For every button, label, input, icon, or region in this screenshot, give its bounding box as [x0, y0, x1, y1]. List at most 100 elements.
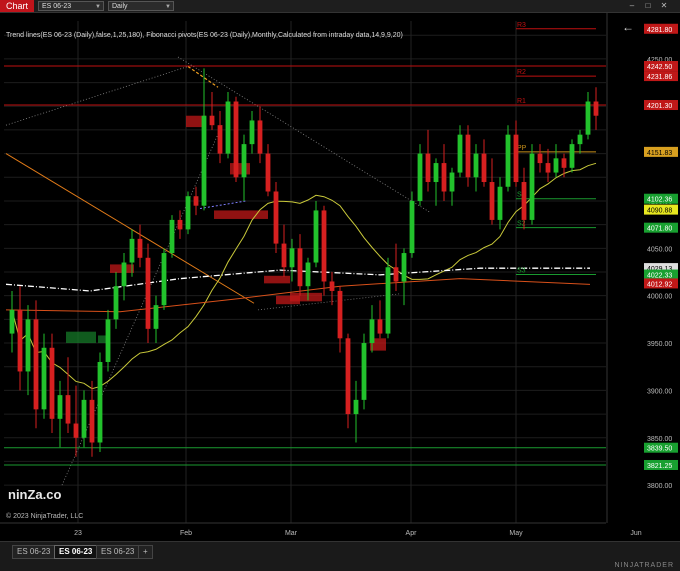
candle-body	[81, 399, 87, 438]
candle-body	[225, 101, 231, 154]
candle-body	[73, 423, 79, 438]
pivot-label: PP	[517, 145, 527, 152]
candle-body	[593, 101, 599, 116]
candle-body	[585, 101, 591, 135]
candle-body	[273, 191, 279, 244]
candle-body	[441, 163, 447, 192]
price-tag-label: 4242.50	[647, 64, 672, 71]
candle-body	[297, 248, 303, 287]
candle-body	[193, 196, 199, 206]
candle-body	[145, 257, 151, 329]
candle-body	[217, 125, 223, 154]
candle-body	[121, 262, 127, 287]
candlesticks	[9, 68, 599, 457]
candle-body	[65, 395, 71, 424]
candle-body	[313, 210, 319, 263]
price-tag-label: 4231.86	[647, 74, 672, 81]
trend-line	[5, 66, 189, 126]
pivot-label: R1	[517, 98, 526, 105]
time-tick-label: Jun	[630, 530, 641, 537]
candle-body	[17, 309, 23, 372]
tab-es-06-23-1[interactable]: ES 06-23	[12, 545, 56, 559]
candle-body	[353, 399, 359, 415]
candle-body	[153, 305, 159, 329]
candle-body	[113, 286, 119, 320]
price-tag-label: 3839.50	[647, 446, 672, 453]
candle-body	[201, 115, 207, 206]
candle-body	[473, 153, 479, 178]
candle-body	[377, 319, 383, 334]
time-axis[interactable]: 23 Feb Mar Apr May Jun	[0, 522, 642, 537]
maximize-icon[interactable]: □	[642, 1, 654, 11]
candle-body	[505, 134, 511, 187]
interval-selector[interactable]: Daily ▼	[108, 1, 174, 11]
price-tag-label: 4102.36	[647, 197, 672, 204]
candle-body	[105, 319, 111, 362]
candle-body	[417, 153, 423, 201]
time-tick-label: Feb	[180, 530, 192, 537]
chart-toolbar: Chart ES 06-23 ▼ Daily ▼ – □ ✕	[0, 0, 680, 13]
candle-body	[569, 144, 575, 168]
candle-body	[89, 399, 95, 443]
candle-body	[321, 210, 327, 282]
candle-body	[257, 120, 263, 154]
candle-body	[33, 319, 39, 410]
copyright-text: © 2023 NinjaTrader, LLC	[6, 512, 83, 520]
candle-body	[177, 219, 183, 230]
pivot-label: R3	[517, 22, 526, 29]
chart-window: Chart ES 06-23 ▼ Daily ▼ – □ ✕ R3 R2 R1 PP S…	[0, 0, 680, 571]
candle-body	[289, 248, 295, 268]
candle-body	[361, 343, 367, 400]
candle-body	[489, 182, 495, 220]
candle-body	[433, 163, 439, 183]
candle-body	[553, 158, 559, 173]
zone-box	[214, 210, 268, 219]
candle-body	[409, 200, 415, 254]
price-tick-label: 3850.00	[647, 436, 672, 443]
chevron-down-icon: ▼	[95, 4, 101, 10]
candle-body	[305, 262, 311, 287]
price-tag-label: 4281.80	[647, 27, 672, 34]
candle-body	[97, 361, 103, 443]
candle-body	[497, 186, 503, 220]
candle-body	[25, 319, 31, 372]
minimize-icon[interactable]: –	[626, 1, 638, 11]
pivot-label: R2	[517, 69, 526, 76]
close-icon[interactable]: ✕	[658, 1, 670, 11]
tab-es-06-23-3[interactable]: ES 06-23	[96, 545, 140, 559]
price-chart[interactable]: R3R2R1PPS1S2S3 3800.003850.003900.003950…	[0, 13, 680, 541]
candle-body	[401, 253, 407, 282]
candle-body	[537, 153, 543, 164]
interval-value: Daily	[112, 3, 128, 10]
price-tick-label: 4000.00	[647, 294, 672, 301]
price-axis[interactable]: 3800.00 3850.00 3900.00 3950.00 4000.00 4050.…	[606, 13, 678, 523]
tab-es-06-23-2[interactable]: ES 06-23	[54, 545, 98, 559]
price-tick-label: 3900.00	[647, 388, 672, 395]
candle-body	[209, 115, 215, 126]
candle-body	[9, 309, 15, 334]
price-tick-label: 3950.00	[647, 341, 672, 348]
zone-box	[230, 163, 250, 175]
instrument-selector[interactable]: ES 06-23 ▼	[38, 1, 104, 11]
add-tab-button[interactable]: +	[138, 545, 153, 559]
watermark-logo: ninZa.co	[8, 487, 62, 502]
back-arrow-icon[interactable]: ←	[622, 20, 634, 34]
price-tag-label: 4090.88	[647, 208, 672, 215]
tab-bar: ES 06-23 ES 06-23 ES 06-23 + NINJATRADER	[0, 541, 680, 571]
candle-body	[265, 153, 271, 192]
candle-body	[457, 134, 463, 173]
candle-body	[545, 163, 551, 173]
candle-body	[161, 253, 167, 306]
candle-body	[345, 338, 351, 415]
chart-menu-button[interactable]: Chart	[0, 0, 35, 12]
zone-box	[264, 275, 290, 284]
candle-body	[49, 347, 55, 419]
trend-line	[187, 65, 219, 88]
candle-body	[129, 238, 135, 263]
candle-body	[137, 238, 143, 258]
trend-line	[5, 153, 255, 304]
trend-line	[199, 200, 247, 210]
candle-body	[369, 319, 375, 344]
candle-body	[393, 267, 399, 282]
candle-body	[449, 172, 455, 192]
